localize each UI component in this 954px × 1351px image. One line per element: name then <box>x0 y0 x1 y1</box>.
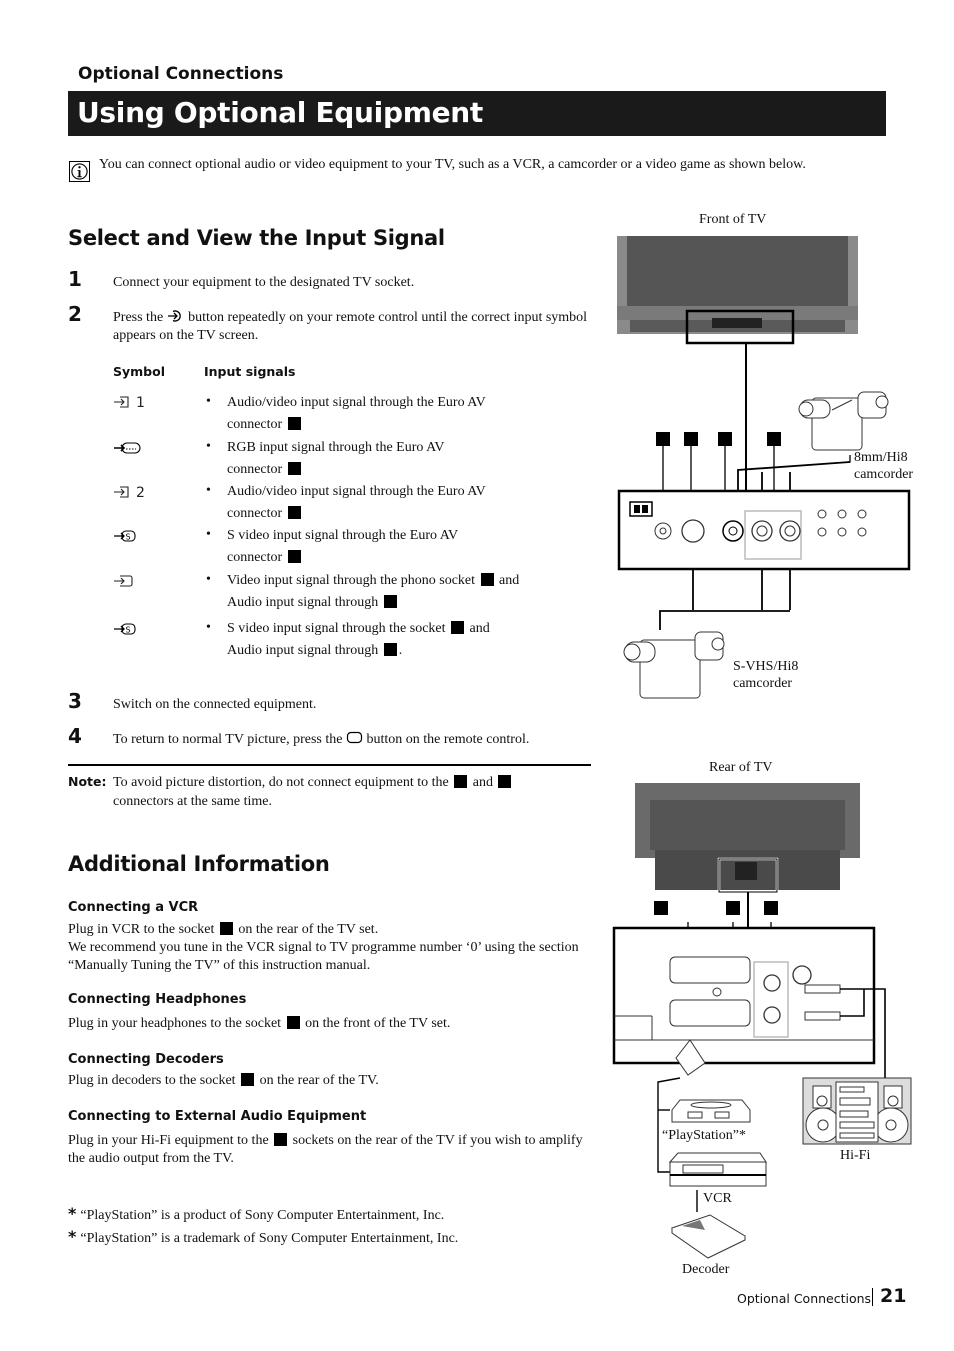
playstation-illustration <box>671 1099 751 1123</box>
footer-section-label: Optional Connections <box>737 1291 872 1306</box>
camcorder-svhs-label: S-VHS/Hi8 camcorder <box>733 659 799 691</box>
front-panel <box>617 489 911 630</box>
decoder-label: Decoder <box>682 1262 730 1277</box>
vcr-label: VCR <box>703 1191 732 1206</box>
hifi-illustration <box>802 1077 912 1145</box>
hifi-label: Hi-Fi <box>840 1148 871 1163</box>
camcorder-svhs-illustration <box>623 631 725 699</box>
rear-tv-illustration <box>635 783 860 928</box>
playstation-label: “PlayStation”* <box>662 1128 746 1143</box>
camcorder-8mm-label: 8mm/Hi8 camcorder <box>854 450 914 482</box>
front-tv-illustration <box>617 236 858 490</box>
footer-divider <box>872 1288 873 1306</box>
rear-of-tv-caption: Rear of TV <box>709 760 773 775</box>
page-number: 21 <box>880 1285 907 1307</box>
decoder-illustration <box>670 1214 747 1259</box>
